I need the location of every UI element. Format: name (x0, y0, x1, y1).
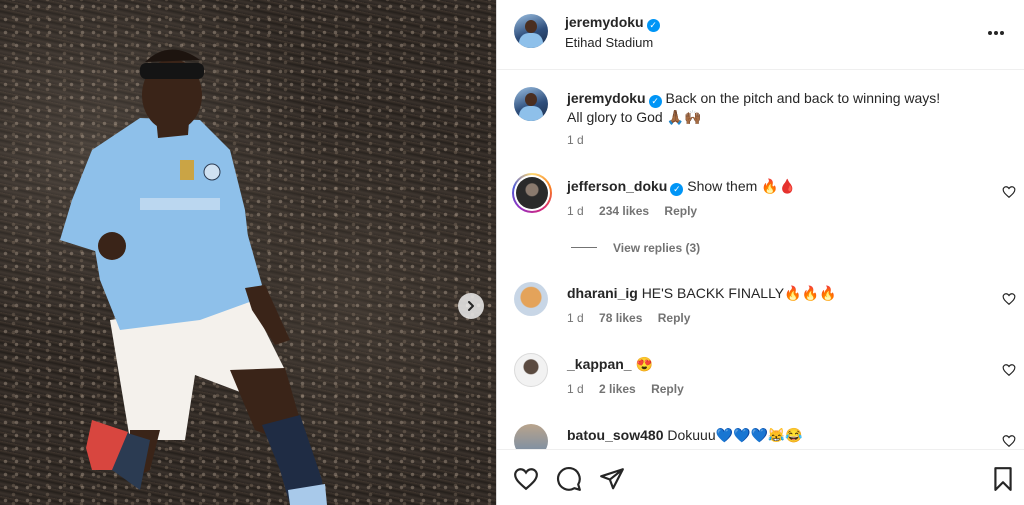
view-replies-button[interactable]: View replies (3) (571, 241, 700, 255)
commenter-username[interactable]: dharani_ig (567, 285, 638, 301)
chevron-right-icon (468, 301, 474, 311)
comment-time[interactable]: 1 d (567, 311, 584, 325)
commenter-avatar[interactable] (514, 353, 548, 387)
comment-icon[interactable] (556, 466, 582, 492)
send-icon[interactable] (599, 466, 625, 492)
reply-button[interactable]: Reply (658, 311, 691, 325)
commenter-avatar-story[interactable] (512, 173, 552, 213)
post-header: jeremydoku ✓ Etihad Stadium (497, 0, 1024, 70)
comment-message: Dokuuu💙💙💙😹😂 (667, 427, 803, 443)
commenter-avatar[interactable] (514, 282, 548, 316)
post-actions-bar (497, 449, 1024, 505)
reply-button[interactable]: Reply (664, 204, 697, 218)
caption-author-avatar[interactable] (514, 87, 548, 121)
commenter-username[interactable]: _kappan_ (567, 356, 632, 372)
comment-text: jefferson_doku ✓ Show them 🔥🩸 (567, 177, 987, 196)
caption-line-2: All glory to God 🙏🏾🙌🏾 (567, 109, 702, 125)
comment-message: 😍 (635, 356, 653, 372)
comment-meta: 1 d 2 likes Reply (567, 382, 696, 396)
caption-text: jeremydoku ✓ Back on the pitch and back t… (567, 89, 987, 127)
author-username[interactable]: jeremydoku (565, 14, 644, 30)
commenter-avatar[interactable] (514, 424, 548, 449)
verified-badge-icon: ✓ (670, 183, 684, 196)
comment-message: Show them 🔥🩸 (687, 178, 797, 194)
heart-icon[interactable] (1002, 292, 1016, 306)
commenter-username[interactable]: jefferson_doku (567, 178, 667, 194)
post-side-panel: jeremydoku ✓ Etihad Stadium jeremydoku ✓ B… (497, 0, 1024, 505)
heart-icon[interactable] (513, 466, 539, 492)
comment-text: dharani_ig HE'S BACKK FINALLY🔥🔥🔥 (567, 284, 987, 303)
commenter-username[interactable]: batou_sow480 (567, 427, 663, 443)
caption-line-1: Back on the pitch and back to winning wa… (665, 90, 941, 106)
comment-time[interactable]: 1 d (567, 382, 584, 396)
heart-icon[interactable] (1002, 185, 1016, 199)
bookmark-icon[interactable] (990, 466, 1016, 492)
player-photo (60, 49, 327, 505)
comment-time[interactable]: 1 d (567, 204, 584, 218)
more-options-icon[interactable] (988, 22, 1010, 38)
comments-list: jeremydoku ✓ Back on the pitch and back t… (497, 71, 1024, 449)
heart-icon[interactable] (1002, 434, 1016, 448)
heart-icon[interactable] (1002, 363, 1016, 377)
author-name-row: jeremydoku ✓ (565, 14, 660, 32)
comment-likes[interactable]: 2 likes (599, 382, 636, 396)
caption-time[interactable]: 1 d (567, 133, 584, 147)
comment-text: batou_sow480 Dokuuu💙💙💙😹😂 (567, 426, 987, 445)
verified-badge-icon: ✓ (646, 19, 660, 32)
next-media-button[interactable] (458, 293, 484, 319)
comment-message: HE'S BACKK FINALLY🔥🔥🔥 (641, 285, 837, 301)
comment-meta: 1 d 78 likes Reply (567, 311, 702, 325)
author-avatar[interactable] (514, 14, 548, 48)
post-media[interactable] (0, 0, 496, 505)
comment-likes[interactable]: 78 likes (599, 311, 642, 325)
comment-likes[interactable]: 234 likes (599, 204, 649, 218)
caption-author-username[interactable]: jeremydoku (567, 90, 646, 106)
replies-divider (571, 247, 597, 248)
verified-badge-icon: ✓ (648, 95, 662, 108)
reply-button[interactable]: Reply (651, 382, 684, 396)
comment-meta: 1 d 234 likes Reply (567, 204, 709, 218)
post-location[interactable]: Etihad Stadium (565, 35, 653, 50)
comment-text: _kappan_ 😍 (567, 355, 987, 374)
view-replies-label: View replies (3) (613, 241, 701, 255)
caption-meta: 1 d (567, 133, 596, 147)
